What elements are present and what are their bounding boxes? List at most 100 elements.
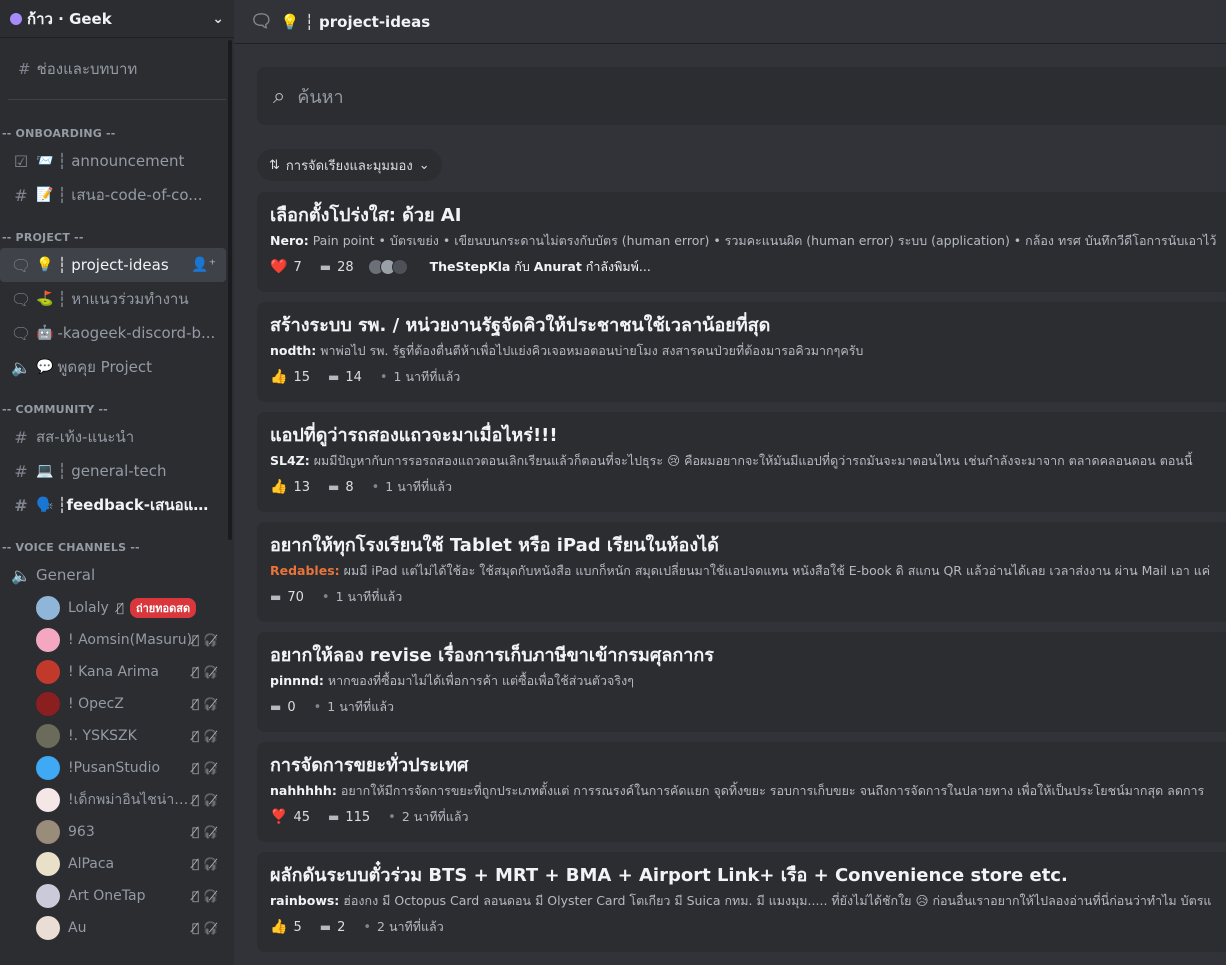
voice-user[interactable]: ! Aomsin(Masuru) 🎙̸ 🎧̸ (0, 624, 234, 656)
post-meta: ❤️ 7 ▬ 28 TheStepKla กับ Anurat กำลังพิมพ์..… (270, 252, 1226, 282)
forum-post[interactable]: เลือกตั้งโปร่งใส: ด้วย AI Nero: Pain poin… (257, 192, 1226, 292)
avatar (36, 788, 60, 812)
channel-label: สส-เท้ง-แนะนำ (36, 428, 135, 446)
voice-channel-general[interactable]: 🔈 General (0, 558, 226, 592)
post-time: 1 นาทีที่แล้ว (327, 699, 395, 714)
speaker-icon: 🔈 (11, 565, 31, 585)
separator-dot: • (388, 809, 396, 825)
post-author[interactable]: Redables: (270, 563, 340, 578)
reaction-emoji[interactable]: 👍 (270, 919, 287, 935)
voice-user[interactable]: AlPaca 🎙̸ 🎧̸ (0, 848, 234, 880)
voice-user[interactable]: ! OpecZ 🎙̸ 🎧̸ (0, 688, 234, 720)
channel-label: General (36, 566, 96, 584)
post-title[interactable]: สร้างระบบ รพ. / หน่วยงานรัฐจัดคิวให้ประช… (270, 312, 1226, 340)
search-input[interactable]: ⌕ ค้นหา (257, 67, 1226, 125)
post-snippet-text: ฮ่องกง มี Octopus Card ลอนดอน มี Olyster… (343, 893, 1212, 908)
channel-feedback[interactable]: # 🗣️ ┆feedback-เสนอแนะ... (0, 488, 226, 522)
voice-user[interactable]: !เด็กพม่าอินไชน่ากำลังซึ้...🎙̸ 🎧̸ (0, 784, 234, 816)
post-author[interactable]: nahhhhh: (270, 783, 337, 798)
chevron-down-icon[interactable]: ⌄ (212, 11, 224, 27)
separator-dot: • (363, 919, 372, 935)
reaction-emoji[interactable]: ❣️ (270, 809, 287, 825)
post-snippet: nahhhhh: อยากให้มีการจัดการขยะที่ถูกประเ… (270, 780, 1226, 802)
typing-user: Anurat (533, 259, 582, 274)
category-onboarding[interactable]: -- ONBOARDING -- (0, 118, 234, 140)
voice-user-name: ! OpecZ (68, 696, 124, 712)
reaction-emoji[interactable]: 👍 (270, 369, 287, 385)
comment-icon: ▬ (270, 590, 282, 604)
avatar (36, 916, 60, 940)
channel-emoji-icon: 🤖 (36, 325, 54, 341)
post-snippet-text: ผมมีปัญหากับการรอรถสองแถวตอนเลิกเรียนแล้… (313, 453, 1193, 468)
typing-suffix: กำลังพิมพ์... (581, 259, 651, 274)
post-snippet-text: อยากให้มีการจัดการขยะที่ถูกประเภทตั้งแต่… (340, 783, 1205, 798)
channel-find-partners[interactable]: 🗨 ⛳ ┆ หาแนวร่วมทำงาน (0, 282, 226, 316)
category-project[interactable]: -- PROJECT -- (0, 222, 234, 244)
comment-count: 115 (345, 809, 371, 825)
post-snippet: rainbows: ฮ่องกง มี Octopus Card ลอนดอน … (270, 890, 1226, 912)
voice-user[interactable]: Au 🎙̸ 🎧̸ (0, 912, 234, 944)
sort-and-view-button[interactable]: ⇅ การจัดเรียงและมุมมอง ⌄ (257, 149, 442, 181)
server-name: ก้าว · Geek (27, 9, 112, 28)
post-title[interactable]: ผลักดันระบบตั๋วร่วม BTS + MRT + BMA + Ai… (270, 862, 1226, 890)
post-author[interactable]: pinnnd: (270, 673, 324, 688)
speaker-icon: 🔈 (11, 357, 31, 377)
voice-user[interactable]: Lolaly 🎙̸ ถ่ายทอดสด (0, 592, 234, 624)
channel-label: ┆ announcement (57, 152, 185, 170)
comment-icon: ▬ (319, 920, 332, 934)
channel-kaogeek-bot[interactable]: 🗨 🤖 -kaogeek-discord-b... (0, 316, 226, 350)
post-snippet: pinnnd: หากของที่ซื้อมาไม่ได้เพื่อการค้า… (270, 670, 1226, 692)
voice-user-name: 963 (68, 824, 95, 840)
reaction-emoji[interactable]: ❤️ (270, 259, 287, 275)
forum-post[interactable]: สร้างระบบ รพ. / หน่วยงานรัฐจัดคิวให้ประช… (257, 302, 1226, 402)
browse-channels[interactable]: # ช่องและบทบาท (8, 38, 226, 100)
avatar (36, 724, 60, 748)
post-snippet-text: หากของที่ซื้อมาไม่ได้เพื่อการค้า แต่ซื้อ… (327, 673, 634, 688)
mic-muted-icon: 🎙̸ 🎧̸ (192, 729, 218, 743)
voice-user-name: !PusanStudio (68, 760, 161, 776)
voice-user[interactable]: !PusanStudio 🎙̸ 🎧̸ (0, 752, 234, 784)
post-snippet-text: Pain point • บัตรเขย่ง • เขียนบนกระดานไม… (312, 233, 1217, 248)
post-author[interactable]: rainbows: (270, 893, 339, 908)
channel-announcement[interactable]: ☑ 📨 ┆ announcement (0, 144, 226, 178)
mic-muted-icon: 🎙̸ 🎧̸ (192, 825, 218, 839)
channel-project-ideas[interactable]: 🗨 💡 ┆ project-ideas 👤⁺ (0, 248, 226, 282)
post-title[interactable]: แอปที่ดูว่ารถสองแถวจะมาเมื่อไหร่!!! (270, 422, 1226, 450)
server-header[interactable]: ก้าว · Geek ⌄ (0, 0, 234, 38)
comment-icon: ▬ (327, 480, 340, 494)
forum-post[interactable]: ผลักดันระบบตั๋วร่วม BTS + MRT + BMA + Ai… (257, 852, 1226, 952)
invite-member-icon[interactable]: 👤⁺ (191, 257, 216, 273)
channel-project-voice[interactable]: 🔈 💬 พูดคุย Project (0, 350, 226, 384)
post-time: 2 นาทีที่แล้ว (401, 809, 469, 824)
channel-code-of-conduct[interactable]: # 📝 ┆ เสนอ-code-of-co... (0, 178, 226, 212)
voice-user[interactable]: ! Kana Arima 🎙̸ 🎧̸ (0, 656, 234, 688)
reaction-emoji[interactable]: 👍 (270, 479, 287, 495)
post-title[interactable]: การจัดการขยะทั่วประเทศ (270, 752, 1226, 780)
channel-general-tech[interactable]: # 💻 ┆ general-tech (0, 454, 226, 488)
reaction-count: 13 (293, 479, 310, 495)
category-voice[interactable]: -- VOICE CHANNELS -- (0, 532, 234, 554)
avatar (36, 852, 60, 876)
channel-sidebar: ก้าว · Geek ⌄ # ช่องและบทบาท -- ONBOARDI… (0, 0, 234, 965)
channel-recommend[interactable]: # สส-เท้ง-แนะนำ (0, 420, 226, 454)
forum-post[interactable]: แอปที่ดูว่ารถสองแถวจะมาเมื่อไหร่!!! SL4Z:… (257, 412, 1226, 512)
post-title[interactable]: เลือกตั้งโปร่งใส: ด้วย AI (270, 202, 1226, 230)
category-community[interactable]: -- COMMUNITY -- (0, 394, 234, 416)
voice-user-name: ! Aomsin(Masuru) (68, 632, 193, 648)
voice-user[interactable]: 963 🎙̸ 🎧̸ (0, 816, 234, 848)
voice-user[interactable]: !. YSKSZK 🎙̸ 🎧̸ (0, 720, 234, 752)
sidebar-scrollbar[interactable] (228, 40, 232, 540)
forum-post[interactable]: การจัดการขยะทั่วประเทศ nahhhhh: อยากให้มี… (257, 742, 1226, 842)
post-author[interactable]: Nero: (270, 233, 309, 248)
hash-icon: # (14, 461, 28, 481)
forum-post[interactable]: อยากให้ทุกโรงเรียนใช้ Tablet หรือ iPad เ… (257, 522, 1226, 622)
post-snippet-text: ผมมี iPad แต่ไม่ได้ใช้อะ ใช้สมุดกับหนังส… (343, 563, 1211, 578)
post-author[interactable]: SL4Z: (270, 453, 310, 468)
hash-icon: # (14, 495, 28, 515)
voice-user[interactable]: Art OneTap 🎙̸ 🎧̸ (0, 880, 234, 912)
post-author[interactable]: nodth: (270, 343, 316, 358)
post-title[interactable]: อยากให้ลอง revise เรื่องการเก็บภาษีขาเข้… (270, 642, 1226, 670)
post-title[interactable]: อยากให้ทุกโรงเรียนใช้ Tablet หรือ iPad เ… (270, 532, 1226, 560)
avatar (36, 628, 60, 652)
forum-post[interactable]: อยากให้ลอง revise เรื่องการเก็บภาษีขาเข้… (257, 632, 1226, 732)
